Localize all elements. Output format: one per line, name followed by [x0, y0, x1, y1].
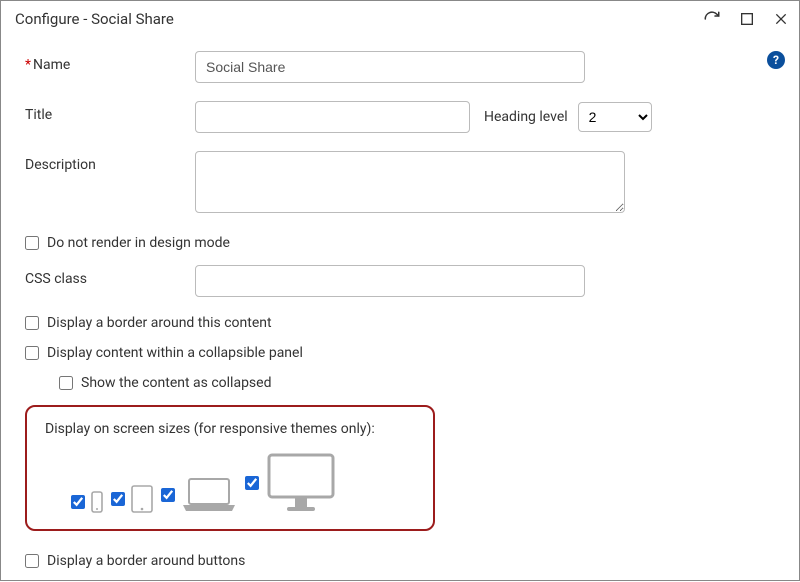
css-input[interactable] [195, 265, 585, 297]
device-desktop-checkbox[interactable] [245, 476, 259, 490]
description-label: Description [25, 151, 195, 173]
device-desktop [245, 453, 337, 513]
maximize-icon[interactable] [739, 11, 755, 27]
border-buttons-label: Display a border around buttons [47, 553, 245, 569]
title-input[interactable] [195, 101, 470, 133]
device-phone-checkbox[interactable] [71, 495, 85, 509]
collapsible-label: Display content within a collapsible pan… [47, 345, 303, 361]
titlebar: Configure - Social Share [1, 1, 799, 37]
border-buttons-row: Display a border around buttons [25, 553, 775, 569]
no-render-checkbox[interactable] [25, 236, 39, 250]
phone-icon [91, 491, 103, 513]
device-phone [71, 491, 103, 513]
css-row: CSS class [25, 265, 775, 297]
dialog-body[interactable]: ? *Name Title Heading level 2 Descriptio… [1, 37, 799, 582]
tablet-icon [131, 485, 153, 513]
device-row [45, 453, 415, 513]
collapsible-row: Display content within a collapsible pan… [25, 345, 775, 361]
close-icon[interactable] [773, 11, 789, 27]
collapsed-row: Show the content as collapsed [59, 375, 775, 391]
device-tablet [111, 485, 153, 513]
desktop-icon [265, 453, 337, 513]
name-label: *Name [25, 51, 195, 73]
no-render-row: Do not render in design mode [25, 235, 775, 251]
border-content-checkbox[interactable] [25, 316, 39, 330]
responsive-title: Display on screen sizes (for responsive … [45, 421, 415, 437]
heading-level-select[interactable]: 2 [578, 102, 652, 132]
border-buttons-checkbox[interactable] [25, 554, 39, 568]
css-label: CSS class [25, 265, 195, 287]
title-row: Title Heading level 2 [25, 101, 775, 133]
window-title: Configure - Social Share [15, 10, 174, 28]
name-row: *Name [25, 51, 775, 83]
collapsed-label: Show the content as collapsed [81, 375, 271, 391]
device-tablet-checkbox[interactable] [111, 492, 125, 506]
border-content-label: Display a border around this content [47, 315, 272, 331]
heading-level-label: Heading level [484, 109, 568, 125]
collapsed-checkbox[interactable] [59, 376, 73, 390]
laptop-icon [181, 477, 237, 513]
no-render-label: Do not render in design mode [47, 235, 230, 251]
name-input[interactable] [195, 51, 585, 83]
device-laptop [161, 477, 237, 513]
description-input[interactable] [195, 151, 625, 213]
title-label: Title [25, 101, 195, 123]
responsive-section: Display on screen sizes (for responsive … [25, 405, 435, 531]
refresh-icon[interactable] [703, 10, 721, 28]
titlebar-controls [703, 10, 789, 28]
description-row: Description [25, 151, 775, 217]
help-icon[interactable]: ? [767, 51, 785, 69]
device-laptop-checkbox[interactable] [161, 488, 175, 502]
border-content-row: Display a border around this content [25, 315, 775, 331]
collapsible-checkbox[interactable] [25, 346, 39, 360]
